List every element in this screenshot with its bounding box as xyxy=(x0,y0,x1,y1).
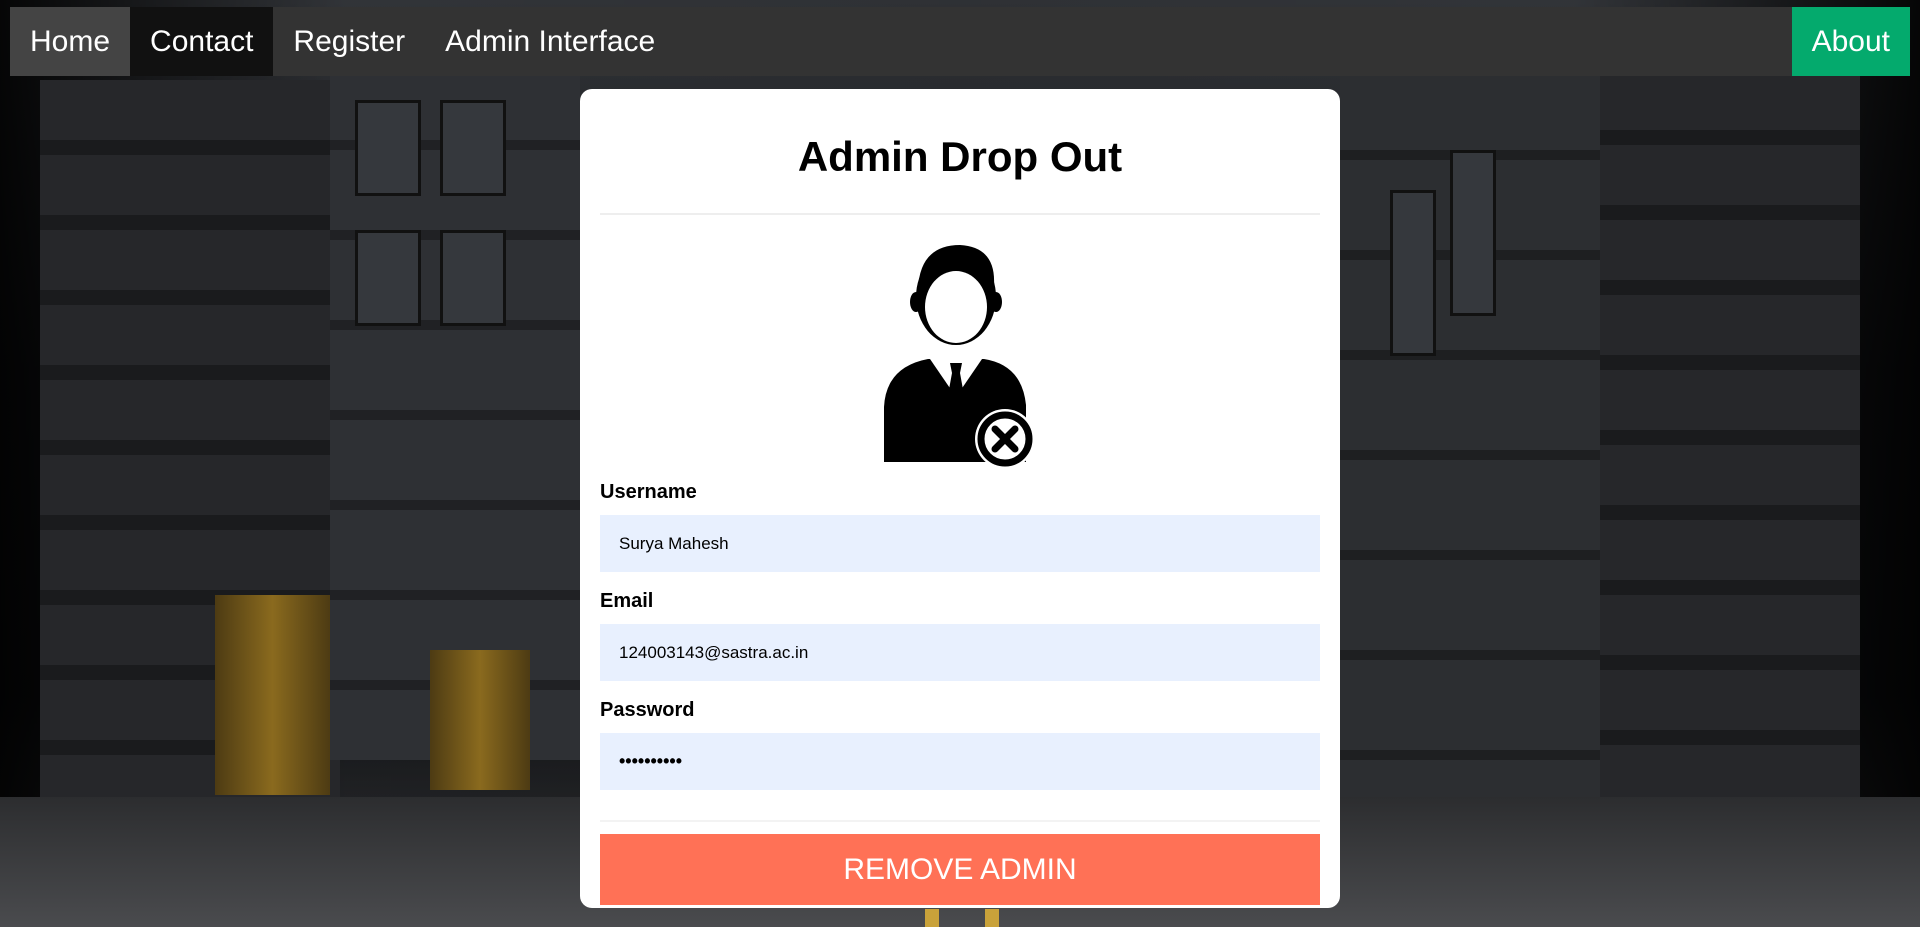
building-right xyxy=(1600,70,1860,810)
email-input[interactable]: 124003143@sastra.ac.in xyxy=(600,624,1320,681)
admin-remove-icon xyxy=(884,245,1035,467)
window xyxy=(440,230,506,326)
yellow-pillar xyxy=(430,650,530,790)
title-divider xyxy=(600,213,1320,215)
form-separator xyxy=(600,820,1320,822)
nav-admin-interface[interactable]: Admin Interface xyxy=(425,7,675,76)
admin-dropout-card: Admin Drop Out Username Surya Mahesh Ema… xyxy=(580,89,1340,908)
password-label: Password xyxy=(600,699,695,721)
nav-contact[interactable]: Contact xyxy=(130,7,274,76)
window xyxy=(1390,190,1436,356)
nav-register[interactable]: Register xyxy=(273,7,425,76)
nav-home[interactable]: Home xyxy=(10,7,131,76)
lane-marking xyxy=(985,909,999,927)
yellow-pillar xyxy=(215,595,330,795)
window xyxy=(355,100,421,196)
password-input[interactable]: •••••••••• xyxy=(600,733,1320,790)
lane-marking xyxy=(925,909,939,927)
page-title: Admin Drop Out xyxy=(797,133,1123,180)
username-label: Username xyxy=(600,481,697,503)
nav-about[interactable]: About xyxy=(1791,7,1910,76)
remove-admin-button[interactable]: REMOVE ADMIN xyxy=(600,834,1320,905)
top-navbar: Home Contact Register Admin Interface Ab… xyxy=(10,7,1910,76)
window xyxy=(355,230,421,326)
username-input[interactable]: Surya Mahesh xyxy=(600,515,1320,572)
email-label: Email xyxy=(600,590,654,612)
window xyxy=(1450,150,1496,316)
window xyxy=(440,100,506,196)
